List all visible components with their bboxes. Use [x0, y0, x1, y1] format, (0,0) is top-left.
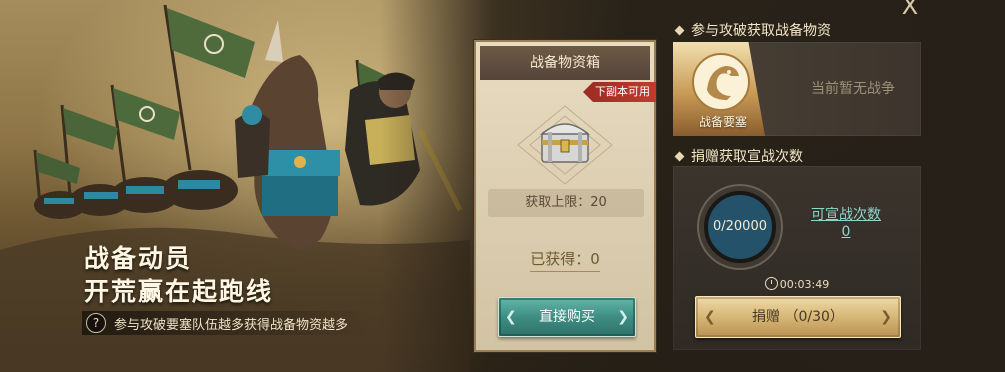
close-button[interactable]: X — [895, 0, 925, 18]
donate-section-header: 捐赠获取宣战次数 — [674, 146, 803, 166]
clock-icon — [764, 277, 778, 290]
dungeon-usable-tag: 下副本可用 — [583, 82, 656, 102]
slogan-subtitle: 开荒赢在起跑线 — [84, 277, 274, 306]
obtained-count: 已获得：0 — [530, 248, 600, 272]
fortress-section-header: 参与攻破获取战备物资 — [674, 20, 831, 40]
buy-now-label: 直接购买 — [539, 309, 595, 325]
hint-bar[interactable]: ? 参与攻破要塞队伍越多获得战备物资越多 — [82, 311, 372, 335]
arrow-right-ornament-icon: ❯ — [880, 309, 892, 325]
donation-progress-text: 0/20000 — [712, 219, 767, 234]
supply-crate-panel: 战备物资箱 下副本可用 获取上限：20 已获得：0 ❮ 直接购买 ❯ — [474, 40, 656, 352]
countdown-timer: 00:03:49 — [673, 277, 921, 291]
fortress-label: 战备要塞 — [698, 115, 747, 129]
donate-button[interactable]: ❮ 捐赠 （0/30） ❯ — [695, 296, 901, 338]
acquire-limit: 获取上限：20 — [488, 189, 644, 217]
buy-now-button[interactable]: ❮ 直接购买 ❯ — [498, 297, 636, 337]
war-status: 当前暂无战争 — [811, 81, 895, 97]
question-icon[interactable]: ? — [86, 313, 106, 333]
declare-war-count-value[interactable]: 0 — [801, 224, 891, 240]
diamond-bullet-icon — [674, 25, 685, 35]
treasure-chest-icon — [517, 105, 613, 185]
donate-button-label: 捐赠 （0/30） — [752, 309, 844, 325]
diamond-bullet-icon — [674, 151, 685, 161]
crate-title: 战备物资箱 — [480, 46, 650, 80]
close-icon: X — [901, 0, 919, 20]
hint-text: 参与攻破要塞队伍越多获得战备物资越多 — [114, 317, 349, 333]
arrow-left-ornament-icon: ❮ — [704, 309, 716, 325]
slogan: 战备动员 开荒赢在起跑线 — [84, 242, 273, 308]
slogan-title: 战备动员 — [84, 244, 193, 273]
declare-war-count-label[interactable]: 可宣战次数 — [801, 204, 891, 224]
donate-panel: 0/20000 可宣战次数 0 00:03:49 ❮ 捐赠 （0/30） ❯ — [673, 166, 921, 350]
arrow-left-ornament-icon: ❮ — [505, 309, 517, 325]
fortress-panel: 战备要塞 当前暂无战争 — [673, 42, 921, 136]
eagle-emblem-icon — [692, 53, 750, 111]
arrow-right-ornament-icon: ❯ — [617, 309, 629, 325]
